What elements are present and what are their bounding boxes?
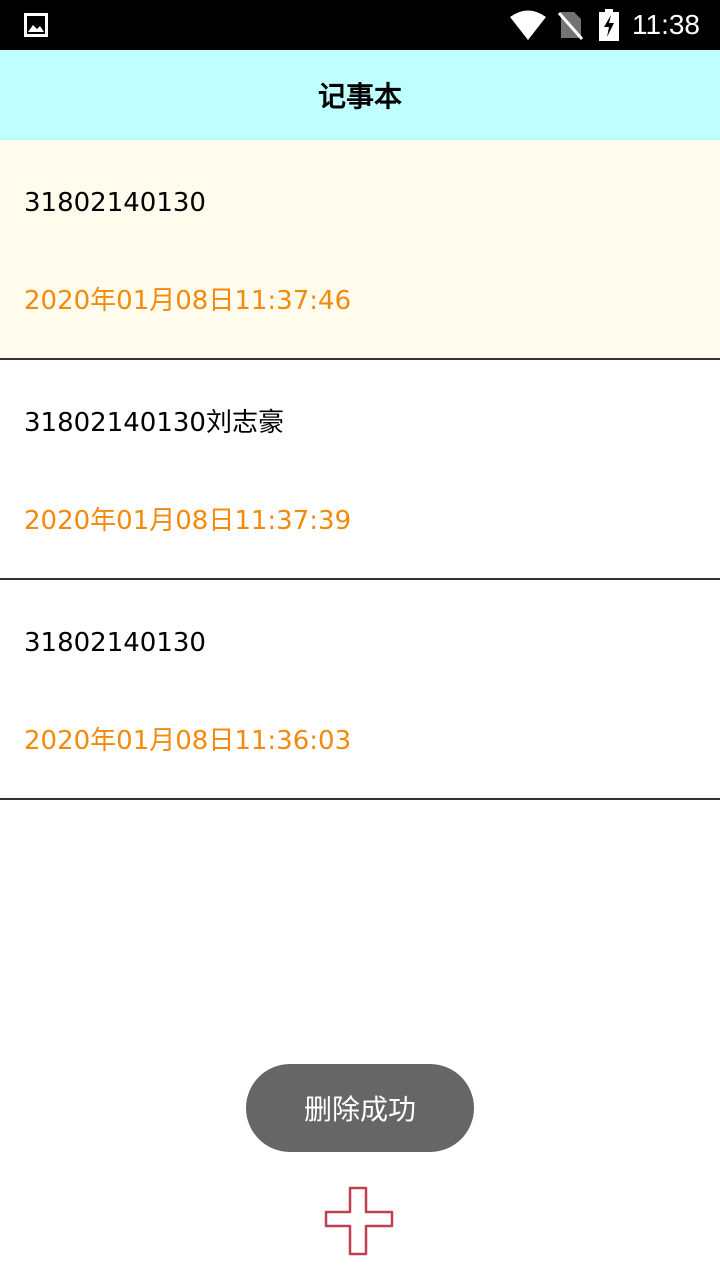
wifi-icon bbox=[510, 10, 546, 44]
status-bar: 11:38 bbox=[0, 0, 720, 50]
note-timestamp: 2020年01月08日11:36:03 bbox=[24, 726, 352, 756]
add-note-button[interactable] bbox=[324, 1186, 396, 1258]
note-title: 31802140130刘志豪 bbox=[24, 408, 284, 438]
no-sim-icon bbox=[557, 10, 584, 44]
note-title: 31802140130 bbox=[24, 188, 206, 218]
app-bar: 记事本 bbox=[0, 50, 720, 140]
toast: 删除成功 bbox=[246, 1064, 474, 1152]
note-timestamp: 2020年01月08日11:37:46 bbox=[24, 286, 352, 316]
note-timestamp: 2020年01月08日11:37:39 bbox=[24, 506, 352, 536]
status-time: 11:38 bbox=[632, 9, 700, 40]
toast-message: 删除成功 bbox=[303, 1093, 416, 1126]
page-title: 记事本 bbox=[317, 80, 402, 113]
note-item[interactable]: 31802140130 2020年01月08日11:36:03 bbox=[0, 580, 720, 800]
gallery-icon bbox=[24, 13, 48, 41]
note-title: 31802140130 bbox=[24, 628, 206, 658]
notes-list: 31802140130 2020年01月08日11:37:46 31802140… bbox=[0, 140, 720, 800]
plus-icon bbox=[324, 1186, 396, 1262]
battery-charging-icon bbox=[598, 9, 620, 45]
note-item[interactable]: 31802140130刘志豪 2020年01月08日11:37:39 bbox=[0, 360, 720, 580]
note-item[interactable]: 31802140130 2020年01月08日11:37:46 bbox=[0, 140, 720, 360]
